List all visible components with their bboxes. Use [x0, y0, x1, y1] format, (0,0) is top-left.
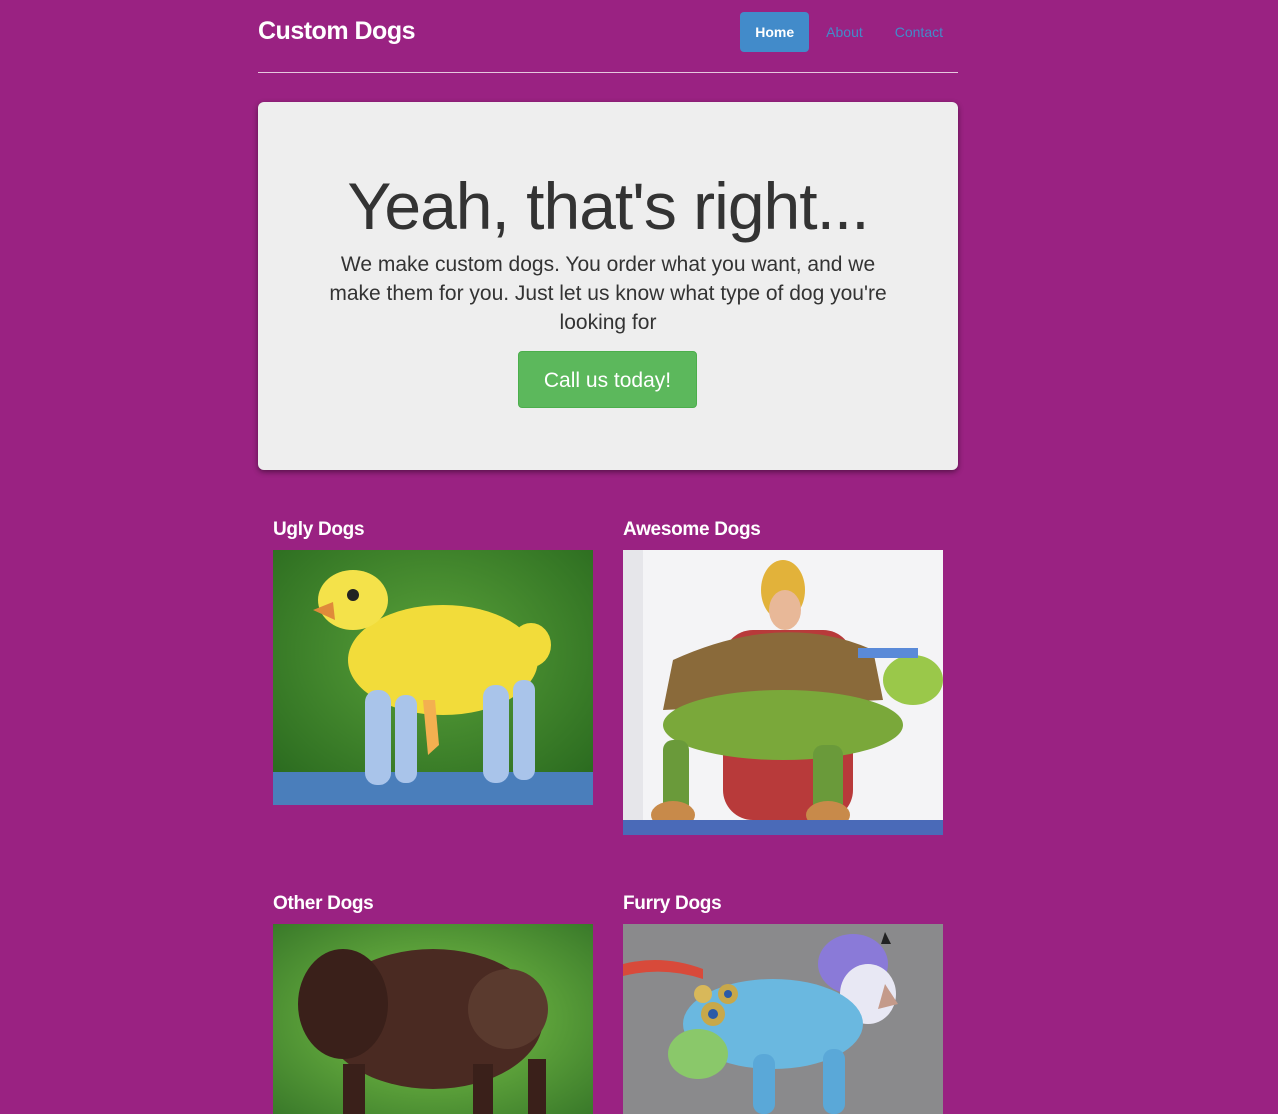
hero-title: Yeah, that's right...	[347, 169, 869, 243]
section-title: Furry Dogs	[623, 893, 722, 914]
ugly-dog-image	[273, 550, 593, 805]
other-dog-image	[273, 924, 593, 1114]
site-header: Custom Dogs Home About Contact	[258, 0, 958, 73]
hero-lead: We make custom dogs. You order what you …	[329, 253, 887, 334]
section-awesome-dogs: Awesome Dogs	[623, 519, 943, 835]
brand-logo[interactable]: Custom Dogs	[258, 17, 416, 46]
hero-jumbotron: Yeah, that's right... We make custom dog…	[258, 102, 958, 470]
call-us-button[interactable]: Call us today!	[518, 351, 697, 408]
awesome-dog-image	[623, 550, 943, 835]
section-ugly-dogs: Ugly Dogs	[273, 519, 593, 805]
main-nav: Home About Contact	[738, 12, 958, 52]
nav-contact[interactable]: Contact	[880, 12, 958, 52]
section-title: Ugly Dogs	[273, 519, 365, 540]
page-container: Custom Dogs Home About Contact Yeah, tha…	[258, 0, 958, 1114]
section-other-dogs: Other Dogs	[273, 893, 593, 1114]
nav-about[interactable]: About	[811, 12, 878, 52]
nav-home[interactable]: Home	[740, 12, 810, 52]
section-title: Awesome Dogs	[623, 519, 761, 540]
section-title: Other Dogs	[273, 893, 374, 914]
furry-dog-image	[623, 924, 943, 1114]
section-furry-dogs: Furry Dogs	[623, 893, 943, 1114]
